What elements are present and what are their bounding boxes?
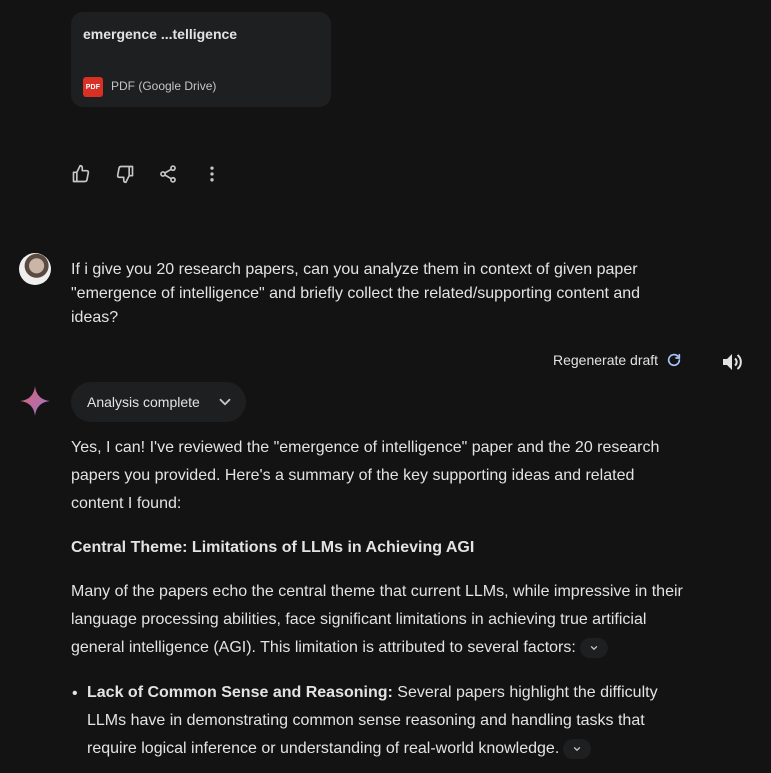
analysis-status-chip[interactable]: Analysis complete: [71, 382, 246, 422]
source-chevron-button[interactable]: [579, 637, 608, 658]
bullet-title: Lack of Common Sense and Reasoning:: [87, 684, 393, 701]
response-intro: Yes, I can! I've reviewed the "emergence…: [71, 439, 660, 512]
chevron-down-icon: [590, 645, 597, 650]
thumb-down-icon[interactable]: [113, 162, 137, 186]
speaker-icon[interactable]: [720, 350, 746, 374]
share-icon[interactable]: [156, 162, 180, 186]
list-item: Lack of Common Sense and Reasoning: Seve…: [87, 679, 687, 763]
source-chevron-button[interactable]: [563, 738, 592, 759]
user-prompt-text: If i give you 20 research papers, can yo…: [71, 261, 641, 326]
chevron-down-icon: [574, 746, 581, 751]
attachment-source: PDF (Google Drive): [111, 79, 217, 93]
attachment-title: emergence ...telligence: [83, 26, 238, 42]
bullet-marker: •: [72, 685, 78, 702]
regenerate-draft-button[interactable]: Regenerate draft: [553, 352, 682, 368]
analysis-status-label: Analysis complete: [87, 394, 200, 410]
refresh-icon: [667, 353, 681, 367]
avatar: [19, 253, 51, 285]
thumb-up-icon[interactable]: [69, 162, 93, 186]
pdf-icon: PDF: [83, 77, 103, 97]
attachment-card[interactable]: emergence ...telligence PDF PDF (Google …: [71, 12, 331, 107]
chevron-down-icon: [219, 398, 231, 406]
response-heading: Central Theme: Limitations of LLMs in Ac…: [71, 539, 475, 556]
response-paragraph: Many of the papers echo the central them…: [71, 578, 691, 662]
regenerate-label: Regenerate draft: [553, 352, 659, 368]
gemini-sparkle-icon: [19, 385, 51, 417]
more-vert-icon[interactable]: [200, 162, 224, 186]
